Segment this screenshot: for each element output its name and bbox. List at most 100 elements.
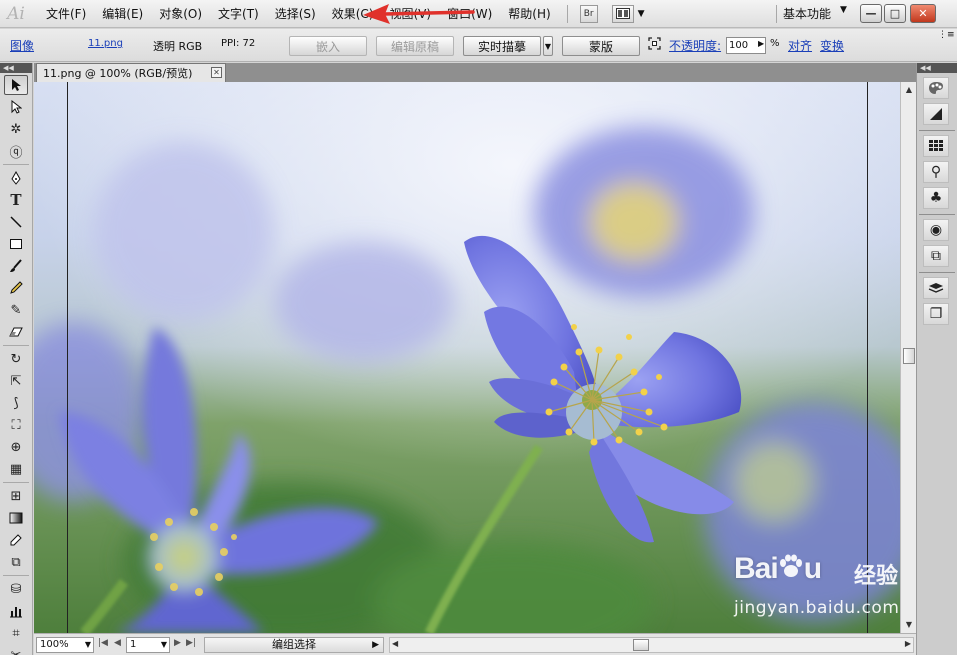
live-trace-button[interactable]: 实时描摹 (463, 36, 541, 56)
swatches-panel-icon[interactable] (923, 135, 949, 157)
status-text: 编组选择 (272, 638, 316, 651)
close-button[interactable]: ✕ (910, 4, 936, 23)
stroke-panel-icon[interactable]: ◉ (923, 219, 949, 241)
menu-window[interactable]: 窗口(W) (439, 0, 500, 28)
close-icon[interactable]: ✕ (211, 67, 222, 78)
opacity-unit: % (770, 38, 780, 49)
panel-collapse-icon[interactable]: ◀◀ (0, 63, 32, 73)
symbol-sprayer-tool-icon[interactable]: ⛁ (4, 579, 28, 599)
type-tool-icon[interactable]: T (4, 190, 28, 210)
symbols-panel-icon[interactable]: ♣ (923, 187, 949, 209)
menu-type[interactable]: 文字(T) (210, 0, 267, 28)
horizontal-scroll-thumb[interactable] (633, 639, 649, 651)
menu-separator (566, 4, 568, 23)
chevron-right-icon[interactable]: ▶ (758, 39, 764, 48)
free-transform-tool-icon[interactable]: ⛶ (4, 415, 28, 435)
scroll-up-icon[interactable]: ▲ (903, 84, 915, 96)
lasso-tool-icon[interactable]: ⓠ (4, 141, 28, 161)
column-graph-tool-icon[interactable] (4, 601, 28, 621)
vertical-scroll-thumb[interactable] (903, 348, 915, 364)
arrange-documents-icon[interactable] (611, 4, 634, 23)
horizontal-scrollbar[interactable]: ◀ ▶ (389, 637, 914, 653)
panel-dock: ◀◀ ⚲ ♣ ◉ ⧉ ❐ (916, 63, 957, 655)
menu-help[interactable]: 帮助(H) (500, 0, 558, 28)
maximize-button[interactable]: □ (884, 4, 906, 23)
brushes-panel-icon[interactable]: ⚲ (923, 161, 949, 183)
paw-icon (778, 554, 804, 580)
minimize-button[interactable]: — (860, 4, 882, 23)
artboard-number: 1 (130, 639, 137, 650)
eraser-tool-icon[interactable] (4, 322, 28, 342)
selection-tool-icon[interactable] (4, 75, 28, 95)
menu-select[interactable]: 选择(S) (267, 0, 324, 28)
tracing-options-dropdown[interactable]: ▼ (543, 36, 553, 56)
last-artboard-icon[interactable]: ▶| (186, 638, 196, 648)
paintbrush-tool-icon[interactable] (4, 256, 28, 276)
slice-tool-icon[interactable]: ✂ (4, 645, 28, 655)
scale-tool-icon[interactable]: ⇱ (4, 371, 28, 391)
blob-brush-tool-icon[interactable]: ✎ (4, 300, 28, 320)
embed-button[interactable]: 嵌入 (289, 36, 367, 56)
align-link[interactable]: 对齐 (788, 37, 812, 54)
object-type-link[interactable]: 图像 (10, 37, 34, 54)
menu-edit[interactable]: 编辑(E) (94, 0, 151, 28)
blend-tool-icon[interactable]: ⧉ (4, 552, 28, 572)
menu-object[interactable]: 对象(O) (151, 0, 210, 28)
pen-tool-icon[interactable] (4, 168, 28, 188)
rotate-tool-icon[interactable]: ↻ (4, 349, 28, 369)
edit-original-button[interactable]: 编辑原稿 (376, 36, 454, 56)
next-artboard-icon[interactable]: ▶ (174, 638, 181, 648)
panel-menu-icon[interactable]: ⋮≡ (938, 30, 955, 40)
chevron-down-icon[interactable]: ▼ (638, 9, 645, 19)
menu-effect[interactable]: 效果(C) (324, 0, 382, 28)
mask-button[interactable]: 蒙版 (562, 36, 640, 56)
linked-file-link[interactable]: 11.png (88, 38, 123, 49)
previous-artboard-icon[interactable]: ◀ (114, 638, 121, 648)
scroll-down-icon[interactable]: ▼ (903, 619, 915, 631)
eyedropper-tool-icon[interactable] (4, 530, 28, 550)
color-guide-icon[interactable] (923, 103, 949, 125)
direct-selection-tool-icon[interactable] (4, 97, 28, 117)
line-segment-tool-icon[interactable] (4, 212, 28, 232)
menu-separator (776, 4, 777, 23)
document-tab[interactable]: 11.png @ 100% (RGB/预览) ✕ (36, 63, 226, 82)
document-canvas[interactable]: Bai u 经验 jingyan.baidu.com (34, 82, 900, 633)
status-bar: 100% ▼ |◀ ◀ 1 ▼ ▶ ▶| 编组选择 ▶ ◀ ▶ (34, 633, 916, 655)
ppi-text: PPI: 72 (221, 38, 256, 49)
mesh-tool-icon[interactable]: ⊞ (4, 486, 28, 506)
transform-handles-icon[interactable] (648, 37, 661, 53)
artboards-panel-icon[interactable]: ❐ (923, 303, 949, 325)
bridge-button[interactable]: Br (579, 4, 598, 23)
transparency-panel-icon[interactable]: ⧉ (923, 245, 949, 267)
scroll-left-icon[interactable]: ◀ (392, 639, 398, 648)
pencil-tool-icon[interactable] (4, 278, 28, 298)
control-panel: 图像 11.png 透明 RGB PPI: 72 嵌入 编辑原稿 实时描摹 ▼ … (0, 29, 957, 62)
shape-builder-tool-icon[interactable]: ⊕ (4, 437, 28, 457)
menu-file[interactable]: 文件(F) (38, 0, 94, 28)
gradient-tool-icon[interactable] (4, 508, 28, 528)
opacity-link[interactable]: 不透明度: (669, 37, 721, 54)
zoom-value: 100% (40, 639, 69, 650)
magic-wand-tool-icon[interactable]: ✲ (4, 119, 28, 139)
menu-view[interactable]: 视图(V) (381, 0, 439, 28)
chevron-down-icon: ▼ (160, 640, 167, 649)
toolbar-separator (3, 575, 29, 576)
first-artboard-icon[interactable]: |◀ (98, 638, 108, 648)
transform-link[interactable]: 变换 (820, 37, 844, 54)
vertical-scrollbar[interactable]: ▲ ▼ (900, 82, 916, 633)
artboard-tool-icon[interactable]: ⌗ (4, 623, 28, 643)
warp-tool-icon[interactable]: ⟆ (4, 393, 28, 413)
panel-expand-icon[interactable]: ◀◀ (917, 63, 957, 73)
workspace-switcher[interactable]: 基本功能 (783, 5, 831, 22)
placed-image-flowers (34, 82, 900, 633)
status-menu[interactable]: 编组选择 ▶ (204, 637, 384, 653)
chevron-down-icon[interactable]: ▼ (840, 5, 847, 15)
artboard-select[interactable]: 1 ▼ (126, 637, 170, 653)
zoom-select[interactable]: 100% ▼ (36, 637, 94, 653)
scroll-right-icon[interactable]: ▶ (905, 639, 911, 648)
rectangle-tool-icon[interactable] (4, 234, 28, 254)
layers-panel-icon[interactable] (923, 277, 949, 299)
illustrator-window: Ai 文件(F) 编辑(E) 对象(O) 文字(T) 选择(S) 效果(C) 视… (0, 0, 957, 655)
perspective-grid-tool-icon[interactable]: ▦ (4, 459, 28, 479)
color-panel-icon[interactable] (923, 77, 949, 99)
